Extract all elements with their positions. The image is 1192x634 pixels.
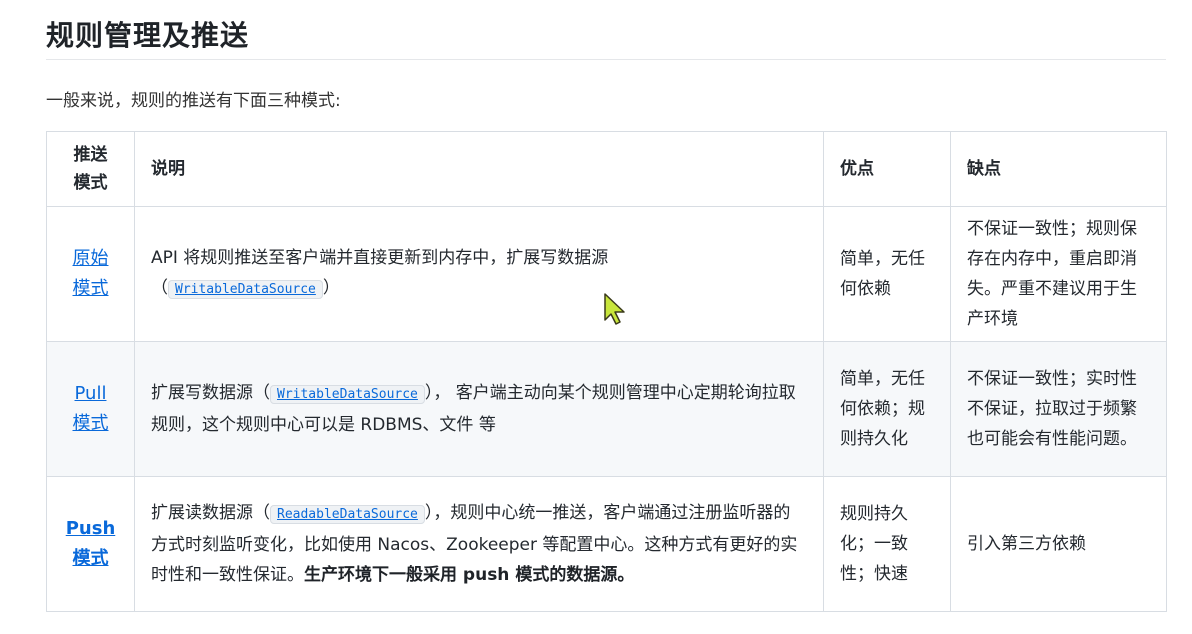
- header-mode-line2: 模式: [73, 173, 108, 193]
- description-paren-close: ）: [322, 278, 340, 298]
- table-header-row: 推送 模式 说明 优点 缺点: [46, 131, 1167, 207]
- description-emphasis: 生产环境下一般采用 push 模式的数据源。: [304, 565, 635, 585]
- description-cell: 扩展读数据源（ ReadableDataSource ），规则中心统一推送，客户端通…: [134, 476, 824, 612]
- description-paren-open: （: [151, 278, 168, 298]
- push-modes-table: 推送 模式 说明 优点 缺点 原始 模式 API 将规则推送至客户端并直接更新到…: [46, 131, 1167, 612]
- pros-cell: 简单，无任何依赖: [823, 206, 951, 342]
- cons-cell: 引入第三方依赖: [950, 476, 1167, 612]
- intro-paragraph: 一般来说，规则的推送有下面三种模式:: [46, 91, 341, 111]
- code-link-writable-datasource[interactable]: WritableDataSource: [168, 280, 323, 299]
- code-link-writable-datasource[interactable]: WritableDataSource: [270, 385, 425, 404]
- mode-link-raw[interactable]: 原始 模式: [55, 244, 126, 304]
- description-cell: 扩展写数据源（ WritableDataSource）， 客户端主动向某个规则管理…: [134, 341, 824, 477]
- code-link-readable-datasource[interactable]: ReadableDataSource: [270, 505, 425, 524]
- page-title: 规则管理及推送: [46, 19, 250, 52]
- mode-link-line2: 模式: [72, 413, 109, 434]
- cons-cell: 不保证一致性；实时性不保证，拉取过于频繁也可能会有性能问题。: [950, 341, 1167, 477]
- table-row: Pull 模式 扩展写数据源（ WritableDataSource）， 客户端主…: [46, 341, 1167, 477]
- mode-link-line2: 模式: [72, 548, 109, 569]
- mode-link-line1: 原始: [72, 248, 109, 269]
- header-mode: 推送 模式: [46, 131, 135, 207]
- cons-cell: 不保证一致性；规则保存在内存中，重启即消失。严重不建议用于生产环境: [950, 206, 1167, 342]
- mode-cell: Pull 模式: [46, 341, 135, 477]
- mode-cell: 原始 模式: [46, 206, 135, 342]
- mode-link-pull[interactable]: Pull 模式: [55, 379, 126, 439]
- mouse-cursor-icon: [604, 293, 625, 325]
- mode-link-push[interactable]: Push 模式: [55, 514, 126, 574]
- description-text: 扩展读数据源（: [151, 503, 270, 523]
- mode-link-line1: Pull: [74, 383, 107, 404]
- description-text: API 将规则推送至客户端并直接更新到内存中，扩展写数据源: [151, 248, 609, 268]
- table-row: Push 模式 扩展读数据源（ ReadableDataSource ），规则中心统…: [46, 476, 1167, 612]
- mode-link-line2: 模式: [72, 278, 109, 299]
- pros-cell: 规则持久化；一致性；快速: [823, 476, 951, 612]
- header-mode-line1: 推送: [73, 145, 108, 165]
- description-text: 扩展写数据源（: [151, 383, 270, 403]
- pros-cell: 简单，无任何依赖；规则持久化: [823, 341, 951, 477]
- description-cell: API 将规则推送至客户端并直接更新到内存中，扩展写数据源 （WritableD…: [134, 206, 824, 342]
- mode-cell: Push 模式: [46, 476, 135, 612]
- mode-link-line1: Push: [65, 518, 116, 539]
- title-divider: [46, 59, 1166, 60]
- header-cons: 缺点: [950, 131, 1167, 207]
- header-description: 说明: [134, 131, 824, 207]
- header-pros: 优点: [823, 131, 951, 207]
